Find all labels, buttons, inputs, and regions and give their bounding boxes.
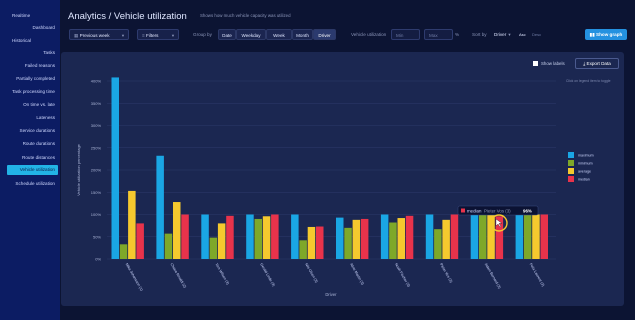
sidebar-item-0[interactable]: Realtime [12, 13, 70, 18]
min-input[interactable]: Min [391, 29, 420, 40]
desc-toggle[interactable]: Desc [532, 29, 541, 40]
show-labels-checkbox[interactable]: Show labels [533, 61, 565, 67]
percent-label: % [455, 32, 460, 37]
page-title: Analytics / Vehicle utilization [68, 11, 187, 22]
sidebar-item-4[interactable]: Failed reasons [0, 63, 58, 68]
group-option-4[interactable]: Driver [313, 29, 336, 40]
show-labels-text: Show labels [541, 61, 565, 66]
sidebar: Realtime Dashboard Historical Tasks Failed r… [0, 0, 60, 320]
max-input[interactable]: Max [424, 29, 453, 40]
export-data-button[interactable]: ⤓ Export Data [575, 58, 619, 69]
filters-label: Filters [145, 33, 159, 38]
chevron-down-icon: ▼ [507, 32, 512, 37]
chevron-down-icon: ▼ [171, 33, 175, 38]
checkbox-icon [533, 61, 538, 67]
group-option-2[interactable]: Week [266, 29, 292, 40]
legend-hint: Click on legend item to toggle [566, 79, 611, 83]
sidebar-item-8[interactable]: Lateness [0, 115, 58, 120]
period-value: Previous week [79, 33, 110, 38]
sidebar-item-3[interactable]: Tasks [0, 50, 58, 55]
sidebar-item-6[interactable]: Task processing time [0, 89, 58, 94]
asc-toggle[interactable]: Asc [519, 29, 526, 40]
sidebar-item-11[interactable]: Route distances [0, 155, 58, 160]
period-dropdown[interactable]: ▦ Previous week ▼ [69, 29, 129, 40]
group-by-label: Group by [193, 32, 212, 37]
sidebar-item-2[interactable]: Historical [12, 38, 70, 43]
vehicle-utilization-label: Vehicle utilization [351, 32, 387, 37]
sidebar-item-10[interactable]: Route durations [0, 141, 58, 146]
page-subtitle: Shows how much vehicle capacity was util… [200, 13, 291, 18]
sidebar-item-13[interactable]: Schedule utilization [0, 181, 58, 186]
sidebar-item-7[interactable]: On time vs. late [0, 102, 58, 107]
group-option-1[interactable]: Weekday [236, 29, 266, 40]
export-label: Export Data [586, 61, 611, 66]
sort-value: Driver [494, 32, 507, 37]
sidebar-item-5[interactable]: Partially completed [0, 76, 58, 81]
sidebar-item-12[interactable]: Vehicle utilization [7, 165, 58, 175]
chart-panel [61, 52, 624, 306]
chevron-down-icon: ▼ [121, 33, 125, 38]
show-graph-button[interactable]: ▮▮ Show graph [585, 29, 627, 40]
group-option-0[interactable]: Date [218, 29, 236, 40]
sort-by-label: Sort by [472, 32, 487, 37]
sidebar-item-1[interactable]: Dashboard [0, 25, 58, 30]
sort-by-dropdown[interactable]: Driver ▼ [494, 29, 512, 40]
sidebar-item-9[interactable]: Service durations [0, 128, 58, 133]
filters-dropdown[interactable]: ≡ Filters ▼ [137, 29, 179, 40]
group-option-3[interactable]: Month [292, 29, 313, 40]
show-graph-label: Show graph [596, 32, 623, 37]
